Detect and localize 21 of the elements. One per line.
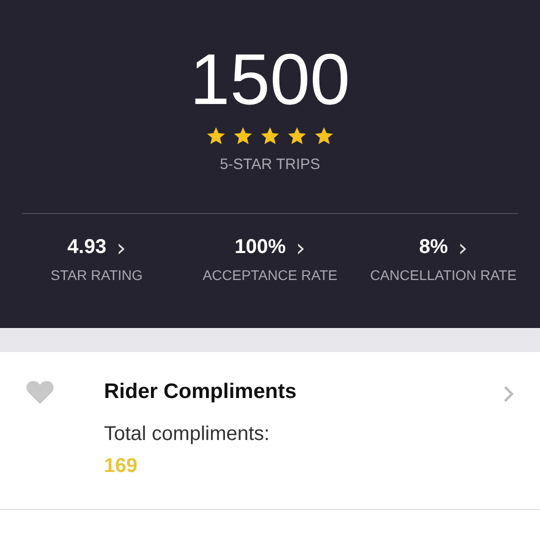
section-title: Rider Compliments (104, 379, 297, 405)
star-icon (206, 126, 226, 146)
compliments-count: 169 (104, 454, 138, 478)
chevron-icon[interactable]: › (296, 238, 306, 258)
star-icon (260, 126, 280, 146)
compliments-label: Total compliments: (104, 422, 271, 446)
stat-label: ACCEPTANCE RATE (202, 267, 338, 283)
chevron-icon[interactable]: › (116, 238, 126, 258)
stat-value: 4.93 (67, 236, 106, 259)
stat-label: STAR RATING (50, 267, 143, 283)
star-icon (287, 126, 307, 146)
star-icon (314, 126, 334, 146)
stat-value: 100% (234, 236, 286, 259)
trip-count: 1500 (190, 39, 350, 122)
chevron-icon[interactable] (502, 384, 516, 404)
chevron-icon[interactable]: › (458, 238, 468, 258)
stat-value: 8% (419, 236, 448, 259)
stat-label: CANCELLATION RATE (370, 267, 517, 283)
trips-caption: 5-STAR TRIPS (220, 156, 320, 173)
heart-icon (26, 380, 54, 404)
star-icon (233, 126, 253, 146)
